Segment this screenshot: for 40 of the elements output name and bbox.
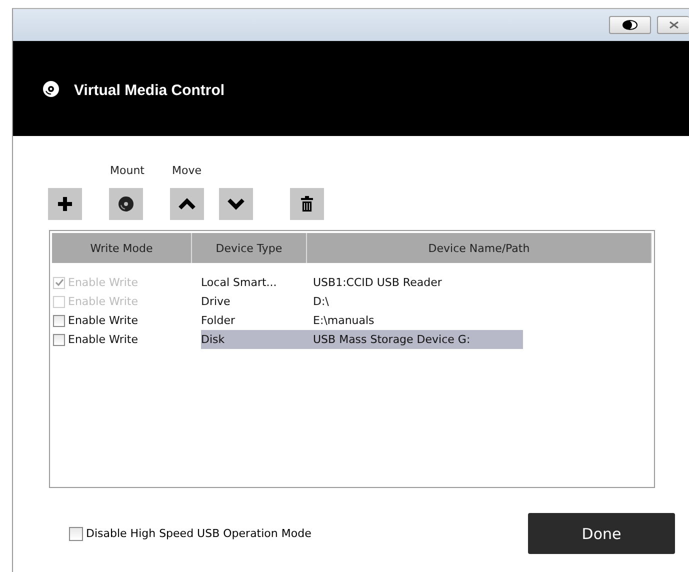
- close-icon: [668, 21, 680, 29]
- table-cell-text: Local Smart...: [201, 276, 278, 289]
- table-cell-text: Disk: [201, 333, 226, 346]
- table-cell-text: D:\: [313, 295, 330, 308]
- add-button[interactable]: [48, 188, 82, 220]
- contrast-button[interactable]: [609, 16, 651, 34]
- trash-icon: [301, 196, 313, 212]
- table-cell: Enable Write: [68, 276, 138, 289]
- plus-icon: [57, 196, 73, 212]
- column-header[interactable]: Device Name/Path: [307, 233, 652, 263]
- column-header[interactable]: Write Mode: [52, 233, 192, 263]
- checkbox[interactable]: [53, 334, 65, 346]
- table-cell: Enable Write: [68, 314, 138, 327]
- table-cell-text: USB1:CCID USB Reader: [313, 276, 443, 289]
- checkbox[interactable]: [69, 526, 83, 540]
- table-cell: Enable Write: [68, 333, 138, 346]
- contrast-icon: [622, 20, 638, 30]
- disc-icon: [42, 80, 60, 98]
- close-button[interactable]: [657, 16, 689, 34]
- toolbar-label: Mount: [110, 164, 146, 179]
- toolbar-label: Move: [172, 164, 202, 179]
- mount-button[interactable]: [109, 188, 143, 220]
- up-button[interactable]: [170, 188, 204, 220]
- table-cell-text: Folder: [201, 314, 236, 327]
- disc-icon: [118, 196, 134, 212]
- table-cell-text: E:\manuals: [313, 314, 376, 327]
- checkbox[interactable]: [53, 314, 65, 326]
- column-header[interactable]: Device Type: [192, 233, 307, 263]
- done-button[interactable]: Done: [528, 513, 675, 554]
- down-button[interactable]: [219, 188, 253, 220]
- chevron-up-icon: [178, 198, 196, 210]
- delete-button[interactable]: [290, 188, 324, 220]
- chevron-down-icon: [227, 198, 245, 210]
- table-row[interactable]: Enable Write Folder E:\manuals: [53, 311, 523, 330]
- table-row[interactable]: Enable Write Disk USB Mass Storage Device G:: [53, 330, 523, 349]
- window-title: Virtual Media Control: [74, 82, 225, 99]
- table-cell-text: Drive: [201, 295, 232, 308]
- checkbox-label: Disable High Speed USB Operation Mode: [86, 527, 312, 540]
- table-cell: Enable Write: [68, 295, 138, 308]
- table-cell-text: USB Mass Storage Device G:: [313, 333, 472, 346]
